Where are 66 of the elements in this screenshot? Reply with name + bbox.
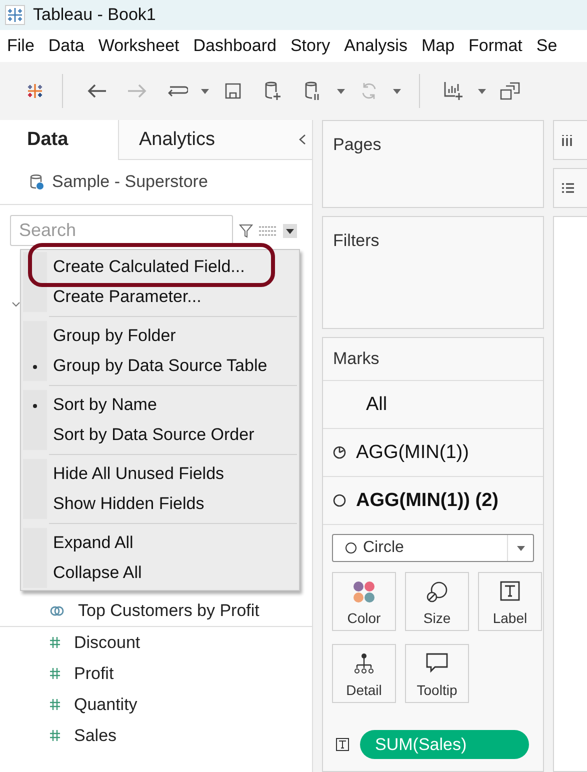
hash-icon — [50, 699, 60, 710]
menu-item[interactable]: Dashboard — [193, 36, 276, 56]
size-circles-icon — [426, 581, 448, 603]
data-source-name[interactable]: Sample - Superstore — [52, 172, 208, 192]
hierarchy-icon — [353, 653, 375, 675]
menu-item[interactable]: Se — [536, 36, 558, 56]
menu-item[interactable]: Data — [48, 36, 84, 56]
chart-add-icon[interactable] — [444, 81, 464, 101]
hash-icon — [50, 668, 60, 679]
text-box-icon — [500, 581, 520, 601]
field-item[interactable]: Top Customers by Profit — [0, 596, 312, 627]
menu-item[interactable]: Worksheet — [98, 36, 180, 56]
list-view-icon[interactable] — [259, 224, 277, 236]
back-arrow-icon[interactable] — [87, 83, 107, 99]
caret-icon — [337, 88, 345, 94]
database-add-icon[interactable] — [264, 81, 282, 101]
circle-mark-icon — [333, 494, 346, 507]
field-item[interactable]: Sales — [0, 720, 312, 751]
collapse-icon[interactable] — [299, 134, 306, 145]
rows-icon — [562, 183, 574, 193]
shelf-title: Pages — [332, 134, 382, 156]
caret-icon — [516, 546, 524, 550]
window-title: Tableau - Book1 — [33, 5, 156, 25]
chevron-icon[interactable] — [12, 302, 20, 307]
field-name: Profit — [74, 664, 114, 684]
hash-icon — [50, 637, 60, 648]
marks-button[interactable]: Color — [332, 572, 396, 631]
caret-icon — [478, 88, 486, 94]
mark-type-dropdown[interactable]: Circle — [332, 534, 534, 562]
marks-button[interactable]: Tooltip — [405, 644, 469, 703]
field-name: Top Customers by Profit — [78, 601, 260, 621]
field-item[interactable]: Discount — [0, 627, 312, 658]
columns-icon — [562, 134, 572, 146]
field-name: Sales — [74, 726, 117, 746]
set-icon — [50, 605, 64, 617]
caret-icon — [393, 88, 401, 94]
menu-item[interactable]: Story — [290, 36, 330, 56]
field-name: Quantity — [74, 694, 138, 714]
field-item[interactable]: Profit — [0, 658, 312, 689]
color-dots-icon — [353, 581, 375, 603]
marks-button[interactable]: Detail — [332, 644, 396, 703]
marks-button[interactable]: Size — [405, 572, 469, 631]
menu-item[interactable]: Map — [421, 36, 455, 56]
tableau-logo-icon — [25, 81, 45, 101]
search-field[interactable]: Search — [10, 215, 233, 246]
save-icon[interactable] — [225, 83, 241, 99]
field-item[interactable]: Quantity — [0, 689, 312, 720]
menu-item[interactable]: Analysis — [344, 36, 408, 56]
duplicate-sheet-icon[interactable] — [500, 82, 520, 100]
menu-item[interactable]: File — [7, 36, 34, 56]
speech-bubble-icon — [426, 653, 448, 673]
caret-icon — [201, 88, 209, 94]
dropdown-icon[interactable] — [283, 224, 297, 238]
circle-mark-icon — [345, 542, 357, 554]
database-icon — [30, 174, 44, 190]
text-box-icon — [336, 738, 349, 751]
tab[interactable]: Analytics — [118, 120, 276, 160]
shelf-title: Filters — [332, 230, 380, 252]
marks-button[interactable]: Label — [478, 572, 542, 631]
app-logo-icon — [5, 5, 25, 25]
menu-item[interactable]: Format — [468, 36, 522, 56]
field-name: Discount — [74, 632, 140, 652]
filter-icon[interactable] — [239, 224, 253, 238]
loop-icon[interactable] — [166, 85, 188, 97]
pie-mark-icon — [333, 446, 346, 459]
hash-icon — [50, 730, 60, 741]
